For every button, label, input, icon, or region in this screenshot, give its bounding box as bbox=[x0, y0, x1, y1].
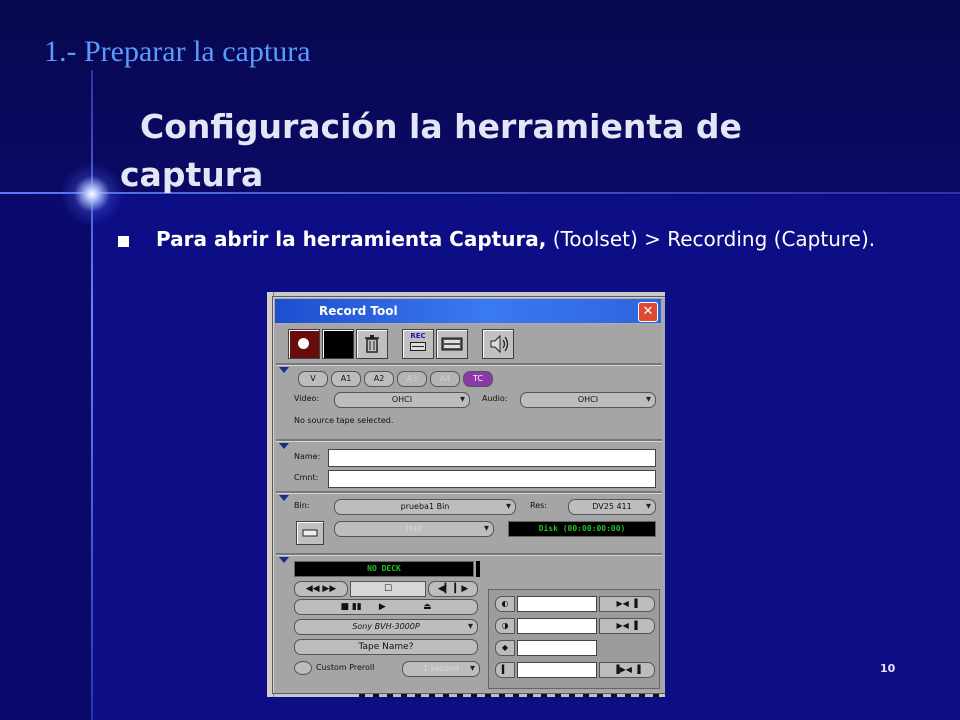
deck-icon bbox=[410, 342, 426, 351]
mark-out-icon[interactable]: ◑ bbox=[495, 618, 515, 634]
deck-status-end bbox=[476, 561, 480, 577]
speaker-icon bbox=[490, 334, 509, 354]
rec-settings-button[interactable]: REC bbox=[402, 329, 434, 359]
record-tool-window: Record Tool ✕ REC V A1 A2 A3 A4 TC Video… bbox=[272, 296, 665, 694]
video-input-select[interactable]: OHCI bbox=[334, 392, 470, 408]
rewind-button[interactable]: ◀◀ ▶▶ bbox=[294, 581, 348, 597]
clear-marks-button[interactable]: ▐▶◀ ▐ bbox=[599, 662, 655, 678]
step-buttons[interactable]: ◀▎ ▎▶ bbox=[428, 581, 478, 597]
mark-out-field[interactable] bbox=[517, 618, 597, 634]
video-label: Video: bbox=[294, 394, 320, 403]
go-to-out-button[interactable]: ▶◀ ▐ bbox=[599, 618, 655, 634]
record-icon bbox=[298, 338, 309, 349]
disk-time-readout: Disk (00:00:00:00) bbox=[508, 521, 656, 537]
source-status: No source tape selected. bbox=[294, 416, 394, 425]
mark-in-icon[interactable]: ◐ bbox=[495, 596, 515, 612]
section-divider bbox=[276, 363, 662, 365]
name-input[interactable] bbox=[328, 449, 656, 467]
comment-input[interactable] bbox=[328, 470, 656, 488]
trash-button[interactable] bbox=[356, 329, 388, 359]
clear-marks-icon[interactable]: ▍ bbox=[495, 662, 515, 678]
trash-icon bbox=[365, 335, 379, 353]
drive-icon bbox=[302, 529, 318, 537]
slide-left-band bbox=[0, 195, 92, 720]
track-button-v[interactable]: V bbox=[298, 371, 328, 387]
collapse-triangle-icon[interactable] bbox=[279, 367, 289, 373]
light-flare bbox=[60, 162, 124, 226]
section-divider bbox=[276, 491, 662, 493]
track-button-a2[interactable]: A2 bbox=[364, 371, 394, 387]
target-drive-select[interactable]: Hdd bbox=[334, 521, 494, 537]
page-number: 10 bbox=[880, 662, 896, 675]
stop-button[interactable] bbox=[322, 329, 354, 359]
stop-deck-button[interactable]: ☐ bbox=[350, 581, 426, 597]
clear-marks-field[interactable] bbox=[517, 662, 597, 678]
comment-label: Cmnt: bbox=[294, 473, 319, 482]
deck-model-select[interactable]: Sony BVH-3000P bbox=[294, 619, 478, 635]
res-label: Res: bbox=[530, 501, 547, 510]
window-title: Record Tool bbox=[319, 304, 398, 318]
bullet-marker bbox=[118, 236, 129, 247]
tape-deck-button[interactable] bbox=[436, 329, 468, 359]
name-label: Name: bbox=[294, 452, 321, 461]
tape-deck-icon bbox=[441, 337, 463, 351]
section-divider bbox=[276, 439, 662, 441]
collapse-triangle-icon[interactable] bbox=[279, 443, 289, 449]
bullet-bold-text: Para abrir la herramienta Captura, bbox=[156, 227, 547, 251]
tape-name-button[interactable]: Tape Name? bbox=[294, 639, 478, 655]
slide-title: Configuración la herramienta de captura bbox=[120, 107, 742, 194]
collapse-triangle-icon[interactable] bbox=[279, 557, 289, 563]
audio-input-select[interactable]: OHCI bbox=[520, 392, 656, 408]
mark-in-field[interactable] bbox=[517, 596, 597, 612]
audio-label: Audio: bbox=[482, 394, 508, 403]
go-to-in-button[interactable]: ▶◀ ▐ bbox=[599, 596, 655, 612]
section-title: 1.- Preparar la captura bbox=[44, 35, 311, 68]
custom-preroll-label: Custom Preroll bbox=[316, 663, 375, 672]
bullet-text: Para abrir la herramienta Captura, (Tool… bbox=[156, 224, 898, 254]
bin-label: Bin: bbox=[294, 501, 310, 510]
duration-icon[interactable]: ◆ bbox=[495, 640, 515, 656]
track-button-a4[interactable]: A4 bbox=[430, 371, 460, 387]
close-button[interactable]: ✕ bbox=[638, 302, 658, 322]
resolution-select[interactable]: DV25 411 bbox=[568, 499, 656, 515]
track-button-a3[interactable]: A3 bbox=[397, 371, 427, 387]
custom-preroll-toggle[interactable] bbox=[294, 661, 312, 675]
bullet-item: Para abrir la herramienta Captura, (Tool… bbox=[118, 224, 898, 254]
transport-bar[interactable]: ■ ▮▮ ▶ ⏏ bbox=[294, 599, 478, 615]
track-button-a1[interactable]: A1 bbox=[331, 371, 361, 387]
duration-field[interactable] bbox=[517, 640, 597, 656]
section-divider bbox=[276, 553, 662, 555]
bin-select[interactable]: prueba1 Bin bbox=[334, 499, 516, 515]
preroll-select[interactable]: 1 second bbox=[402, 661, 480, 677]
record-tool-screenshot: Record Tool ✕ REC V A1 A2 A3 A4 TC Video… bbox=[267, 292, 665, 697]
record-button[interactable] bbox=[288, 329, 320, 359]
mark-in-out-panel: ◐ ▶◀ ▐ ◑ ▶◀ ▐ ◆ ▍ ▐▶◀ ▐ bbox=[488, 589, 660, 689]
bullet-rest-text: (Toolset) > Recording (Capture). bbox=[546, 227, 876, 251]
deck-status-readout: NO DECK bbox=[294, 561, 474, 577]
record-tool-body: REC V A1 A2 A3 A4 TC Video: OHCI ▾ Audio… bbox=[276, 325, 662, 691]
audio-button[interactable] bbox=[482, 329, 514, 359]
collapse-triangle-icon[interactable] bbox=[279, 495, 289, 501]
track-button-tc[interactable]: TC bbox=[463, 371, 493, 387]
title-bar[interactable]: Record Tool ✕ bbox=[275, 299, 661, 323]
target-toggle-button[interactable] bbox=[296, 521, 324, 545]
